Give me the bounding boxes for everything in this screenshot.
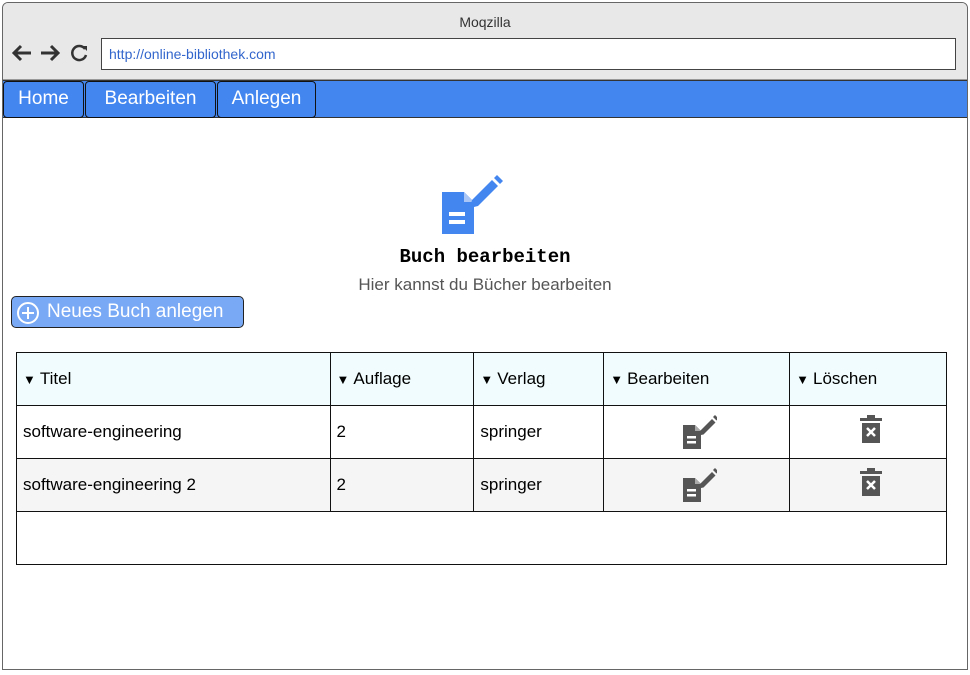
plus-circle-icon [16, 301, 40, 335]
new-book-label: Neues Buch anlegen [47, 301, 224, 322]
sort-down-icon: ▼ [796, 372, 809, 387]
edit-document-icon[interactable] [681, 464, 719, 507]
back-arrow-icon[interactable] [11, 41, 33, 65]
cell-titel: software-engineering [16, 405, 331, 459]
window-title: Moqzilla [459, 14, 511, 30]
cell-bearbeiten [603, 405, 791, 459]
column-header-auflage[interactable]: ▼ Auflage [329, 352, 475, 406]
column-header-bearbeiten[interactable]: ▼ Bearbeiten [603, 352, 791, 406]
table-empty-row [16, 511, 947, 565]
sort-down-icon: ▼ [23, 372, 36, 387]
cell-bearbeiten [603, 458, 791, 512]
reload-icon[interactable] [69, 41, 91, 65]
cell-loeschen [789, 458, 947, 512]
empty-cell [16, 511, 947, 565]
column-header-verlag[interactable]: ▼ Verlag [473, 352, 605, 406]
table-row: software-engineering 2 2 springer [16, 458, 947, 512]
trash-icon[interactable] [859, 414, 883, 450]
browser-window: Moqzilla http://online-bibliothek.com Ho… [2, 2, 968, 670]
cell-auflage: 2 [329, 458, 475, 512]
cell-loeschen [789, 405, 947, 459]
cell-titel: software-engineering 2 [16, 458, 331, 512]
edit-document-icon[interactable] [681, 411, 719, 454]
menu-item-anlegen[interactable]: Anlegen [217, 81, 316, 118]
nav-menu: Home Bearbeiten Anlegen [3, 80, 967, 118]
menu-item-home[interactable]: Home [3, 81, 84, 118]
menu-item-bearbeiten[interactable]: Bearbeiten [85, 81, 216, 118]
books-table: ▼ Titel ▼ Auflage ▼ Verlag ▼ Bearbeiten ▼ Lös… [16, 352, 947, 565]
title-bar: Moqzilla http://online-bibliothek.com [3, 3, 967, 80]
cell-auflage: 2 [329, 405, 475, 459]
sort-down-icon: ▼ [336, 372, 350, 387]
sort-down-icon: ▼ [480, 372, 494, 387]
forward-arrow-icon[interactable] [39, 41, 61, 65]
trash-icon[interactable] [859, 467, 883, 503]
edit-document-icon [436, 166, 506, 241]
table-row: software-engineering 2 springer [16, 405, 947, 459]
new-book-button[interactable]: Neues Buch anlegen [11, 296, 244, 328]
page-subtitle: Hier kannst du Bücher bearbeiten [358, 275, 612, 294]
url-input[interactable]: http://online-bibliothek.com [101, 38, 956, 70]
column-header-loeschen[interactable]: ▼ Löschen [789, 352, 947, 406]
cell-verlag: springer [473, 458, 605, 512]
sort-down-icon: ▼ [610, 372, 624, 387]
cell-verlag: springer [473, 405, 605, 459]
column-header-titel[interactable]: ▼ Titel [16, 352, 331, 406]
table-header-row: ▼ Titel ▼ Auflage ▼ Verlag ▼ Bearbeiten ▼ Lös… [16, 352, 947, 406]
page-title: Buch bearbeiten [399, 246, 571, 268]
